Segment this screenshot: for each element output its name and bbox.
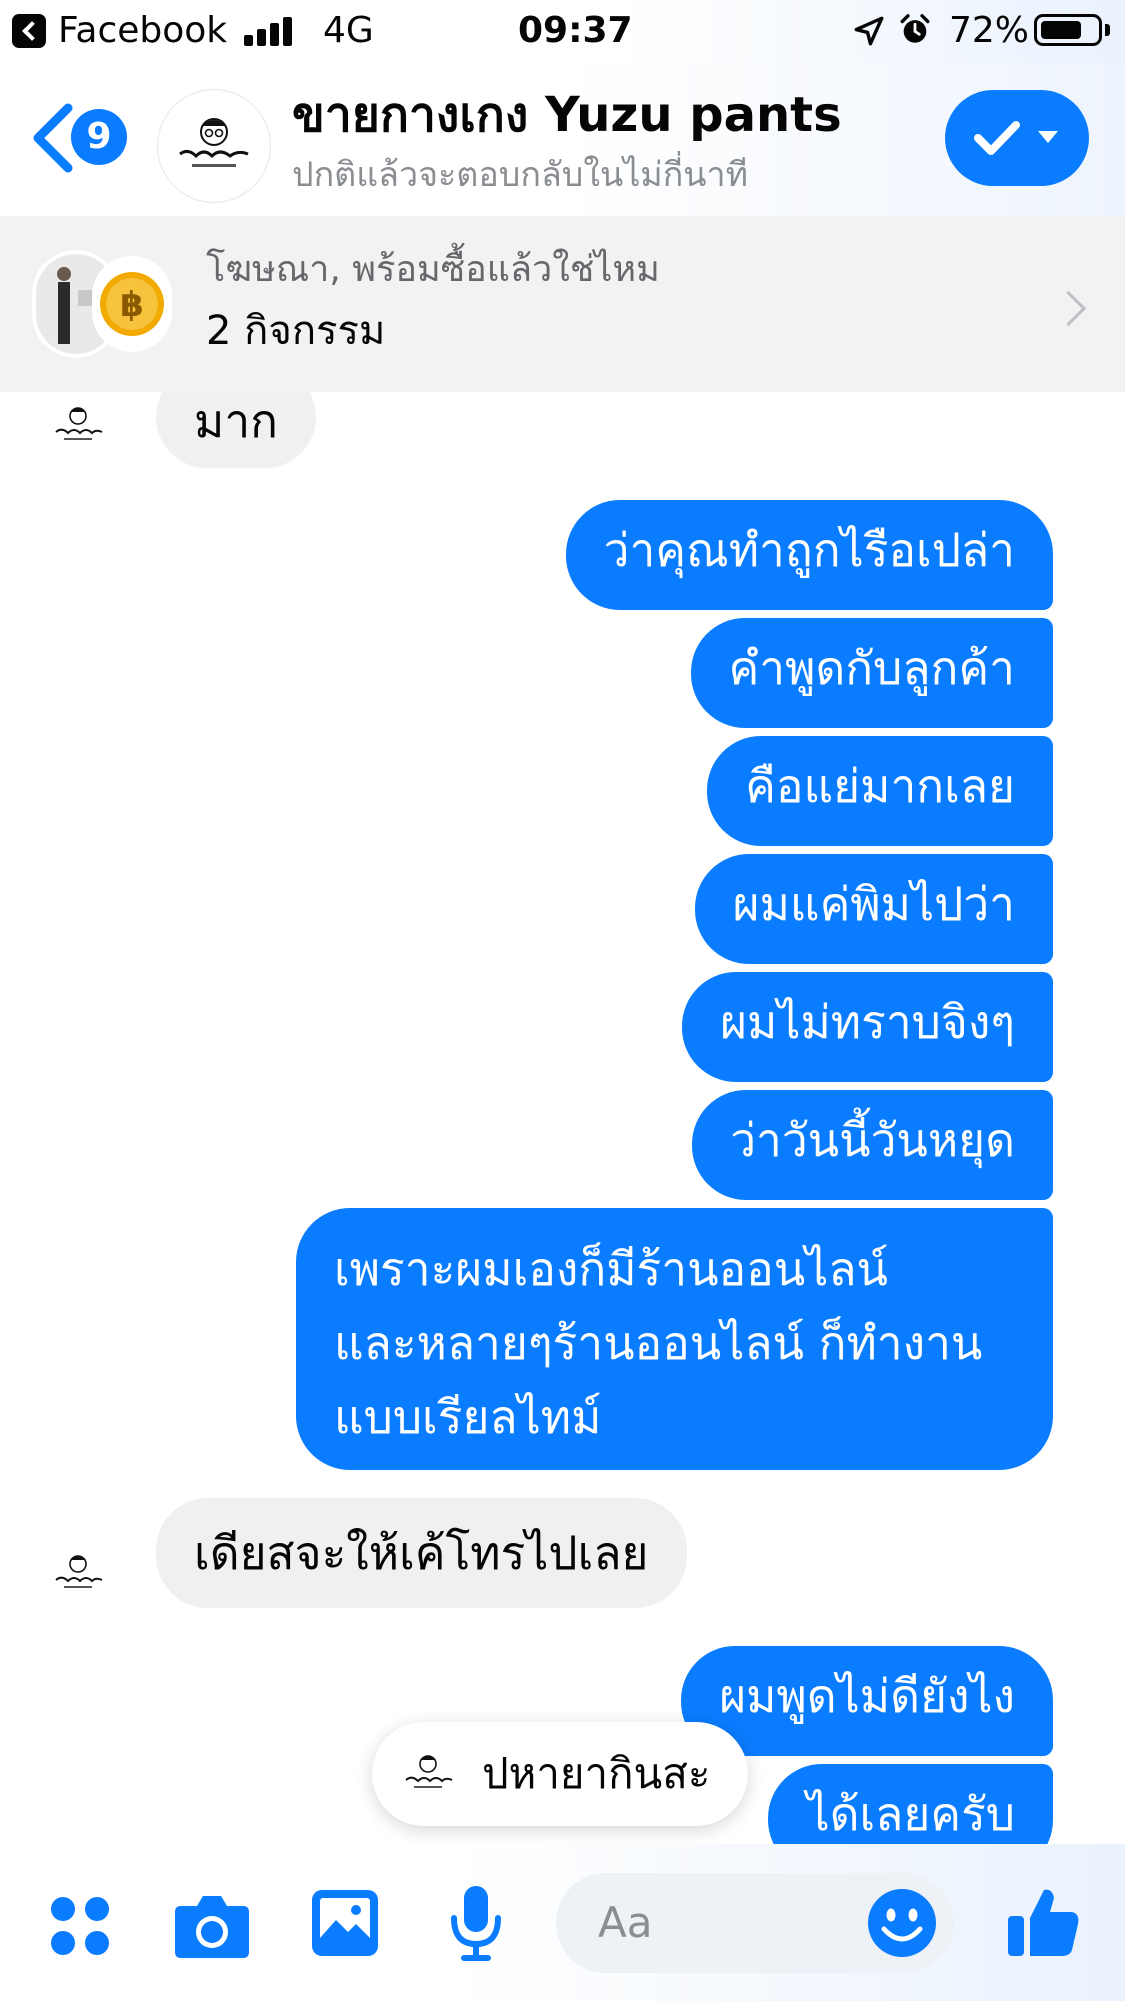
battery-icon [1034, 14, 1102, 46]
caret-down-icon [1038, 131, 1058, 143]
yuzu-logo-icon [55, 1555, 103, 1588]
reply-suggestion-chip[interactable]: ปหายากินสะ [372, 1722, 749, 1826]
message-line: แบบเรียลไทม์ [334, 1390, 602, 1444]
outgoing-message[interactable]: ผมไม่ทราบจิงๆ [682, 972, 1053, 1082]
outgoing-message[interactable]: คือแย่มากเลย [707, 736, 1053, 846]
microphone-icon[interactable] [446, 1884, 506, 1964]
photo-icon[interactable] [310, 1888, 380, 1958]
incoming-message[interactable]: เดียสจะให้เค้โทรไปเลย [156, 1498, 687, 1608]
outgoing-message[interactable]: ว่าวันนี้วันหยุด [692, 1090, 1053, 1200]
incoming-message[interactable]: มาก [156, 392, 317, 468]
clock: 09:37 [518, 10, 633, 51]
bitcoin-coin-icon: ฿ [92, 256, 172, 352]
message-thread[interactable]: มาก ว่าคุณทำถูกไรือเปล่า คำพูดกับลูกค้า … [0, 392, 1125, 1844]
yuzu-logo-icon [405, 1755, 453, 1788]
status-bar: Facebook 4G 09:37 72% [0, 0, 1125, 62]
page-avatar[interactable] [158, 90, 270, 202]
outgoing-message[interactable]: ว่าคุณทำถูกไรือเปล่า [565, 500, 1053, 610]
unread-count-badge[interactable]: 9 [71, 109, 127, 165]
battery-cap [1105, 24, 1110, 36]
ad-banner[interactable]: ฿ โฆษณา, พร้อมซื้อแล้วใช่ไหม 2 กิจกรรม [0, 216, 1125, 392]
reply-chip-text: ปหายากินสะ [482, 1749, 711, 1798]
outgoing-message[interactable]: ผมแค่พิมไปว่า [694, 854, 1053, 964]
conversation-title[interactable]: ขายกางเกง Yuzu pants [292, 84, 842, 146]
chevron-right-icon[interactable] [1050, 290, 1087, 327]
outgoing-message-multiline[interactable]: เพราะผมเองก็มีร้านออนไลน์ และหลายๆร้านออ… [296, 1208, 1053, 1470]
four-dots-menu-icon[interactable] [48, 1894, 112, 1958]
back-app-label[interactable]: Facebook [58, 8, 227, 54]
yuzu-logo-icon [55, 407, 103, 440]
ad-label: โฆษณา, พร้อมซื้อแล้วใช่ไหม [206, 249, 660, 290]
location-arrow-icon [854, 16, 884, 46]
actions-button[interactable] [945, 90, 1089, 186]
message-input-placeholder: Aa [598, 1898, 653, 1947]
message-input[interactable]: Aa [556, 1873, 954, 1973]
conversation-header: 9 ขายกางเกง Yuzu pants ปกติแล้วจะตอบกลับ… [0, 62, 1125, 216]
response-time-subtitle: ปกติแล้วจะตอบกลับในไม่กี่นาที [292, 155, 749, 195]
signal-bars-icon [244, 16, 296, 46]
back-app-icon[interactable] [12, 14, 46, 48]
battery-percent: 72% [949, 10, 1030, 51]
sender-avatar[interactable] [44, 1540, 112, 1608]
sender-avatar [394, 1740, 462, 1808]
battery-level-fill [1041, 21, 1081, 39]
outgoing-message[interactable]: ได้เลยครับ [768, 1764, 1053, 1844]
network-type: 4G [323, 10, 374, 51]
outgoing-message[interactable]: ผมพูดไม่ดียังไง [681, 1646, 1053, 1756]
yuzu-logo-icon [179, 118, 249, 167]
alarm-clock-icon [900, 14, 930, 43]
sender-avatar[interactable] [44, 392, 112, 460]
camera-icon[interactable] [173, 1890, 251, 1960]
svg-text:฿: ฿ [120, 285, 144, 325]
emoji-icon[interactable] [866, 1887, 938, 1959]
outgoing-message[interactable]: คำพูดกับลูกค้า [690, 618, 1053, 728]
checkmark-icon [974, 121, 1020, 155]
thumbs-up-icon[interactable] [1006, 1884, 1082, 1960]
message-line: และหลายๆร้านออนไลน์ ก็ทำงาน [334, 1316, 983, 1370]
message-line: เพราะผมเองก็มีร้านออนไลน์ [334, 1242, 888, 1296]
ad-activity-count: 2 กิจกรรม [206, 308, 386, 354]
message-composer: Aa [0, 1844, 1125, 2001]
